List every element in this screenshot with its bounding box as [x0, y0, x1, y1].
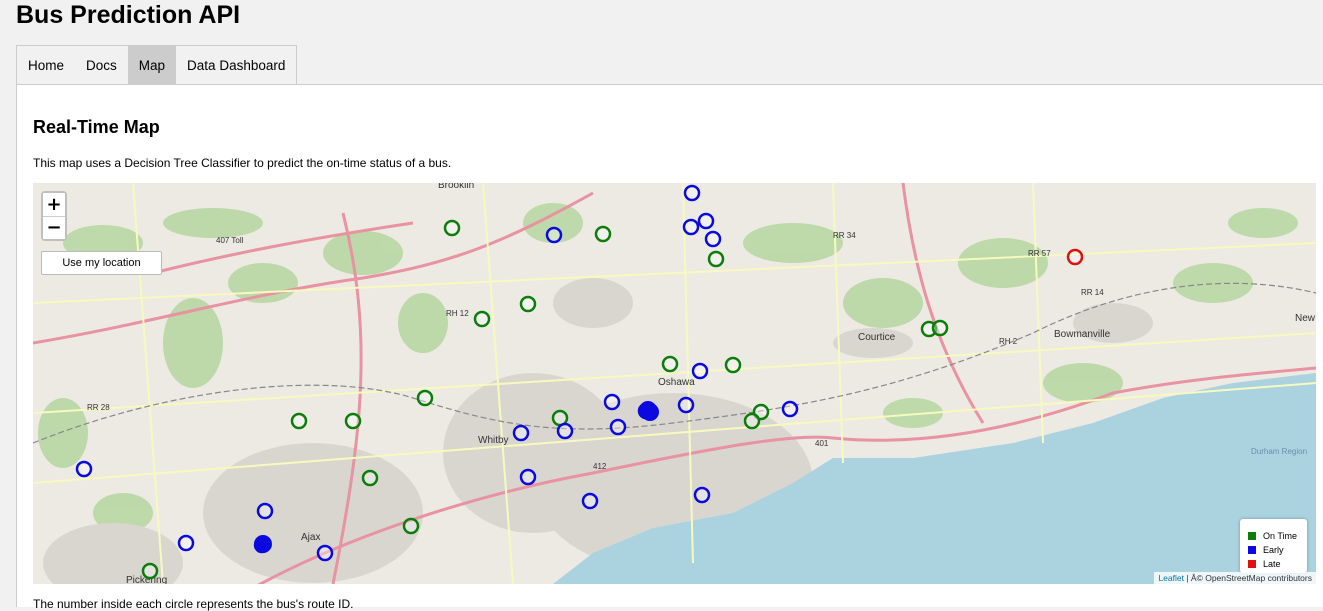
bus-marker-early[interactable]	[693, 486, 711, 504]
bus-marker-early[interactable]	[581, 492, 599, 510]
zoom-out-button[interactable]: −	[43, 216, 65, 239]
leaflet-link[interactable]: Leaflet	[1158, 573, 1184, 583]
bus-marker-early[interactable]	[609, 418, 627, 436]
bus-marker-early[interactable]	[316, 544, 334, 562]
road-label-rr57: RR 57	[1028, 249, 1051, 258]
legend-item-on-time: On Time	[1248, 529, 1307, 543]
tab-home[interactable]: Home	[17, 46, 76, 85]
bus-marker-on-time[interactable]	[141, 562, 159, 580]
bus-marker-on-time[interactable]	[416, 389, 434, 407]
page-description: This map uses a Decision Tree Classifier…	[33, 156, 452, 170]
bus-marker-early[interactable]	[545, 226, 563, 244]
road-label-rr34: RR 34	[833, 231, 856, 240]
road-label-407: 407 Toll	[216, 236, 244, 245]
zoom-control: + −	[41, 191, 67, 241]
map-tiles: Brooklin Courtice Bowmanville Oshawa Whi…	[33, 183, 1316, 584]
bus-marker-on-time[interactable]	[931, 319, 949, 337]
bus-marker-on-time[interactable]	[519, 295, 537, 313]
bus-marker-early[interactable]	[704, 230, 722, 248]
legend-swatch-on-time	[1248, 532, 1256, 540]
legend-label: Early	[1263, 545, 1284, 555]
bus-marker-early[interactable]	[781, 400, 799, 418]
legend-item-early: Early	[1248, 543, 1307, 557]
bus-marker-early[interactable]	[512, 424, 530, 442]
road-label-rr14: RR 14	[1081, 288, 1104, 297]
place-label-courtice: Courtice	[858, 332, 896, 343]
zoom-in-button[interactable]: +	[43, 193, 65, 216]
place-label-new: New	[1295, 313, 1316, 324]
bus-marker-early[interactable]	[256, 502, 274, 520]
bus-marker-on-time[interactable]	[443, 219, 461, 237]
bus-marker-early[interactable]	[683, 184, 701, 202]
legend-swatch-early	[1248, 546, 1256, 554]
bus-marker-early[interactable]	[177, 534, 195, 552]
map-view[interactable]: Brooklin Courtice Bowmanville Oshawa Whi…	[33, 183, 1316, 584]
bus-marker-on-time[interactable]	[594, 225, 612, 243]
bus-marker-on-time[interactable]	[661, 355, 679, 373]
map-attribution: Leaflet | Â© OpenStreetMap contributors	[1154, 572, 1316, 584]
bus-marker-early[interactable]	[677, 396, 695, 414]
use-my-location-button[interactable]: Use my location	[41, 251, 162, 275]
bus-marker-early[interactable]	[697, 212, 715, 230]
legend-item-late: Late	[1248, 557, 1307, 571]
bus-marker-late[interactable]	[1066, 248, 1084, 266]
page-title: Real-Time Map	[33, 117, 160, 137]
place-label-oshawa: Oshawa	[658, 377, 695, 388]
bus-marker-early[interactable]	[691, 362, 709, 380]
place-label-ajax: Ajax	[301, 532, 320, 543]
status-legend: On Time Early Late	[1240, 519, 1307, 573]
legend-label: Late	[1263, 559, 1281, 569]
place-label-bowmanville: Bowmanville	[1054, 329, 1111, 340]
road-label-412: 412	[593, 462, 607, 471]
bus-marker-on-time[interactable]	[402, 517, 420, 535]
place-label-brooklin: Brooklin	[438, 183, 474, 191]
bus-marker-early[interactable]	[519, 468, 537, 486]
bus-marker-on-time[interactable]	[473, 310, 491, 328]
road-label-rr28: RR 28	[87, 403, 110, 412]
bus-marker-early[interactable]	[75, 460, 93, 478]
bus-marker-cluster[interactable]	[254, 535, 272, 553]
bus-marker-on-time[interactable]	[743, 412, 761, 430]
tab-bar: Home Docs Map Data Dashboard	[16, 45, 298, 85]
tab-docs[interactable]: Docs	[75, 46, 128, 85]
tab-map[interactable]: Map	[127, 46, 177, 85]
app-title: Bus Prediction API	[16, 1, 241, 29]
bus-marker-on-time[interactable]	[707, 250, 725, 268]
bus-marker-on-time[interactable]	[724, 356, 742, 374]
bus-marker-cluster[interactable]	[641, 403, 659, 421]
bus-marker-on-time[interactable]	[290, 412, 308, 430]
attribution-text: | Â© OpenStreetMap contributors	[1183, 573, 1312, 583]
footnote: The number inside each circle represents…	[33, 597, 354, 611]
bus-marker-early[interactable]	[556, 422, 574, 440]
place-label-durham-region: Durham Region	[1251, 447, 1307, 456]
bus-marker-early[interactable]	[682, 218, 700, 236]
bus-marker-on-time[interactable]	[344, 412, 362, 430]
place-label-whitby: Whitby	[478, 435, 509, 446]
bus-marker-on-time[interactable]	[361, 469, 379, 487]
road-label-rh12: RH 12	[446, 309, 469, 318]
road-label-401: 401	[815, 439, 829, 448]
legend-swatch-late	[1248, 560, 1256, 568]
bus-marker-early[interactable]	[603, 393, 621, 411]
tab-content: Real-Time Map This map uses a Decision T…	[16, 84, 1323, 611]
road-label-rh2: RH 2	[999, 337, 1018, 346]
tab-data-dashboard[interactable]: Data Dashboard	[176, 46, 297, 85]
legend-label: On Time	[1263, 531, 1298, 541]
